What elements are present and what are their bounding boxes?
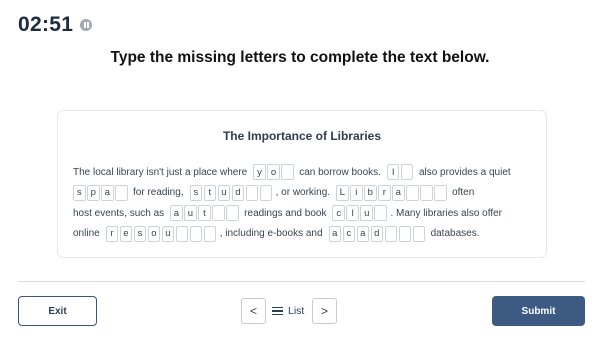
letter-input[interactable]: [398, 225, 412, 242]
passage-line: host events, such as a u t readings and book…: [73, 203, 535, 224]
passage-text-segment: readings and book: [244, 207, 327, 219]
word-gap: acad: [328, 225, 427, 242]
passage-text-segment: also provides a quiet: [418, 166, 511, 178]
given-letter: a: [392, 184, 405, 201]
timer-area: 02:51: [18, 13, 93, 37]
submit-button[interactable]: Submit: [492, 296, 585, 326]
passage-text: The local library isn't just a place whe…: [73, 162, 535, 244]
passage-line: online r e s o u, including e-books and a c a d da…: [73, 224, 535, 245]
letter-input[interactable]: [400, 164, 414, 181]
letter-input[interactable]: [203, 225, 217, 242]
given-letter: s: [189, 184, 203, 201]
letter-input[interactable]: [212, 205, 225, 222]
given-letter: r: [378, 184, 391, 201]
letter-input[interactable]: [226, 205, 239, 222]
letter-input[interactable]: [434, 184, 447, 201]
given-letter: u: [184, 205, 197, 222]
word-gap: yo: [253, 164, 295, 181]
letter-input[interactable]: [406, 184, 419, 201]
given-letter: u: [360, 205, 373, 222]
given-letter: u: [161, 225, 175, 242]
passage-line: s p a for reading, s t u d, or working. Li b r a oft…: [73, 183, 535, 204]
word-gap: Libra: [336, 184, 448, 201]
given-letter: s: [133, 225, 147, 242]
given-letter: a: [170, 205, 183, 222]
word-gap: I: [386, 164, 415, 181]
pause-icon[interactable]: [80, 19, 93, 31]
given-letter: e: [119, 225, 133, 242]
letter-input[interactable]: [420, 184, 433, 201]
given-letter: i: [350, 184, 363, 201]
given-letter: t: [203, 184, 217, 201]
passage-text-segment: , including e-books and: [219, 228, 323, 240]
given-letter: p: [87, 184, 100, 201]
instruction-heading: Type the missing letters to complete the…: [110, 49, 490, 66]
given-letter: b: [364, 184, 377, 201]
given-letter: L: [336, 184, 349, 201]
passage-text-segment: , or working.: [275, 187, 331, 199]
given-letter: I: [386, 164, 400, 181]
given-letter: o: [267, 164, 280, 181]
word-gap: clu: [332, 205, 388, 222]
exit-button[interactable]: Exit: [18, 296, 97, 326]
timer: 02:51: [18, 13, 74, 36]
word-gap: aut: [170, 205, 240, 222]
passage-card: The Importance of Libraries The local li…: [57, 110, 547, 258]
given-letter: c: [332, 205, 345, 222]
letter-input[interactable]: [259, 184, 273, 201]
given-letter: s: [73, 184, 86, 201]
letter-input[interactable]: [374, 205, 387, 222]
list-label: List: [288, 305, 305, 317]
letter-input[interactable]: [384, 225, 398, 242]
letter-input[interactable]: [189, 225, 203, 242]
chevron-right-icon: >: [320, 304, 328, 318]
given-letter: l: [346, 205, 359, 222]
given-letter: a: [328, 225, 342, 242]
passage-text-segment: online: [73, 228, 100, 240]
given-letter: c: [342, 225, 356, 242]
passage-line: The local library isn't just a place whe…: [73, 162, 535, 183]
word-gap: resou: [105, 225, 218, 242]
passage-text-segment: . Many libraries also offer: [390, 207, 502, 219]
list-icon: [272, 307, 283, 315]
word-gap: spa: [73, 184, 129, 201]
list-button[interactable]: List: [272, 298, 304, 324]
given-letter: r: [105, 225, 119, 242]
divider: [18, 281, 585, 282]
passage-text-segment: databases.: [430, 228, 480, 240]
passage-text-segment: often: [452, 187, 475, 199]
letter-input[interactable]: [115, 184, 128, 201]
letter-input[interactable]: [245, 184, 259, 201]
chevron-left-icon: <: [249, 304, 257, 318]
passage-text-segment: for reading,: [133, 187, 184, 199]
previous-button[interactable]: <: [241, 298, 266, 324]
passage-text-segment: can borrow books.: [299, 166, 381, 178]
given-letter: d: [231, 184, 245, 201]
passage-text-segment: The local library isn't just a place whe…: [73, 166, 248, 178]
given-letter: u: [217, 184, 231, 201]
given-letter: o: [147, 225, 161, 242]
word-gap: stud: [189, 184, 274, 201]
given-letter: a: [101, 184, 114, 201]
passage-text-segment: host events, such as: [73, 207, 165, 219]
given-letter: a: [356, 225, 370, 242]
given-letter: t: [198, 205, 211, 222]
letter-input[interactable]: [175, 225, 189, 242]
letter-input[interactable]: [281, 164, 294, 181]
passage-title: The Importance of Libraries: [222, 129, 382, 143]
next-button[interactable]: >: [312, 298, 337, 324]
letter-input[interactable]: [412, 225, 426, 242]
given-letter: y: [253, 164, 266, 181]
given-letter: d: [370, 225, 384, 242]
